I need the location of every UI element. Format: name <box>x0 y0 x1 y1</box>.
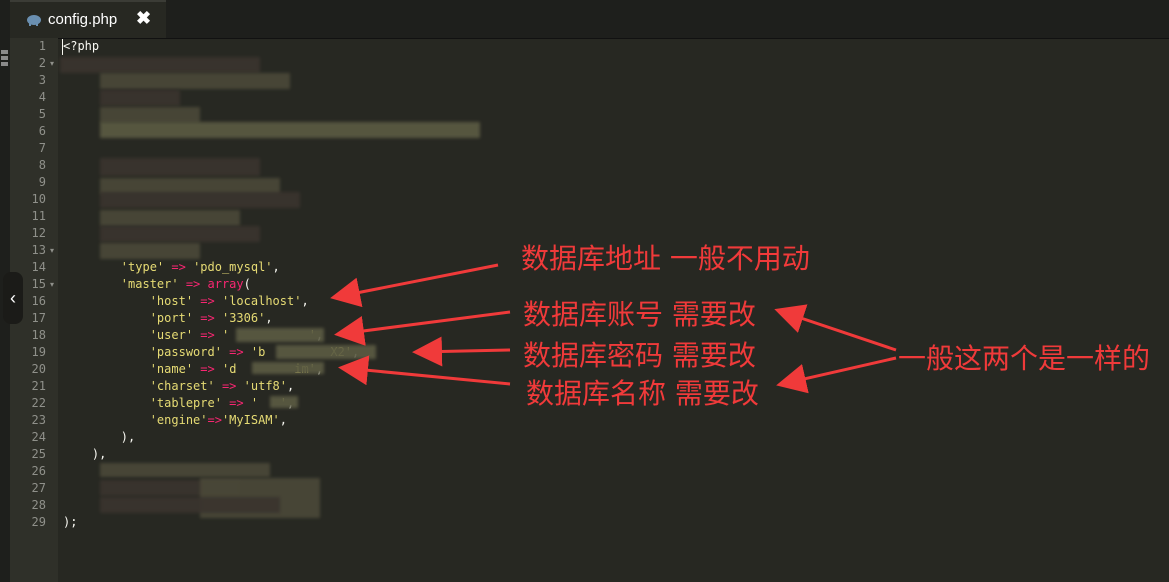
arrow-to-account-note <box>774 304 897 352</box>
annotation-db-password: 数据库密码 需要改 <box>523 339 756 372</box>
arrow-to-name <box>338 355 511 386</box>
arrow-to-password <box>412 336 511 367</box>
arrow-to-user <box>334 310 511 346</box>
annotation-db-address: 数据库地址 一般不用动 <box>521 242 810 275</box>
annotation-db-account: 数据库账号 需要改 <box>523 298 756 331</box>
arrow-to-name-note <box>776 356 897 394</box>
annotation-db-name: 数据库名称 需要改 <box>526 377 759 410</box>
annotation-usually-same: 一般这两个是一样的 <box>898 342 1151 375</box>
annotation-arrows <box>330 263 897 394</box>
arrow-to-host <box>330 263 499 308</box>
